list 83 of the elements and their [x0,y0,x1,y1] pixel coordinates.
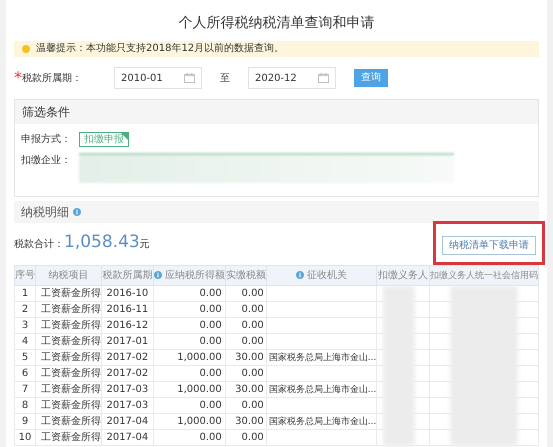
table-cell: 0.00 [199,288,222,298]
info-icon [73,208,81,216]
table-cell: 2017-04 [106,432,148,442]
table-cell: 工资薪金所得 [41,368,101,378]
table-cell: 2016-11 [106,304,148,314]
warning-icon [22,45,30,53]
info-icon [296,271,304,279]
unit-text: 元 [140,238,150,252]
table-cell: 0.00 [199,304,222,314]
panel-heading: 纳税明细 [21,204,69,221]
column-header: 税款所属期 [102,270,152,281]
table-cell: 9 [22,416,28,426]
table-cell: 国家税务总局上海市金山... [268,352,376,362]
table-cell: 0.00 [199,336,222,346]
table-cell: 2 [22,304,28,314]
table-cell: 工资薪金所得 [41,400,101,410]
table-cell: 2017-02 [106,368,148,378]
info-icon [154,271,162,279]
table-cell: 国家税务总局上海市金山... [268,416,376,426]
field-label: 扣缴企业： [21,154,72,168]
table-cell: 0.00 [242,304,264,314]
table-cell: 0.00 [242,400,264,410]
query-button[interactable]: 查询 [354,69,388,87]
download-request-button[interactable]: 纳税清单下载申请 [442,236,536,256]
table-cell: 工资薪金所得 [41,352,101,362]
table-cell: 30.00 [235,416,264,426]
separator-text: 至 [219,72,231,86]
page-title: 个人所得税纳税清单查询和申请 [178,14,376,33]
table-cell: 工资薪金所得 [41,384,101,394]
table-cell: 工资薪金所得 [41,288,101,298]
notice-text: 温馨提示：本功能只支持2018年12月以前的数据查询。 [36,44,284,54]
table-cell: 0.00 [242,368,264,378]
table-cell: 工资薪金所得 [41,304,101,314]
period-label: 税款所属期： [22,72,83,86]
table-cell: 7 [22,384,28,394]
column-header: 纳税项目 [48,270,88,281]
table-cell: 6 [22,368,28,378]
table-cell: 2017-01 [106,336,148,346]
required-mark: * [14,67,22,89]
table-cell: 0.00 [242,288,264,298]
table-cell: 10 [18,432,32,442]
table-cell: 2016-12 [106,320,148,330]
table-cell: 2016-10 [106,288,148,298]
date-field[interactable]: 2020-12 [248,67,336,89]
table-cell: 0.00 [199,432,222,442]
table-cell: 0.00 [199,320,222,330]
field-label: 申报方式： [21,132,72,147]
table-cell: 2017-04 [106,416,148,426]
panel-heading: 筛选条件 [22,104,70,121]
table-cell: 工资薪金所得 [41,320,101,330]
column-header: 应纳税所得额 [154,270,224,281]
table-cell: 1,000.00 [177,384,222,394]
date-field[interactable]: 2010-01 [114,67,202,89]
column-header: 序号 [16,270,34,281]
table-cell: 2017-03 [106,384,148,394]
table-cell: 0.00 [242,320,264,330]
table-cell: 2017-02 [106,352,148,362]
total-amount: 1,058.43 [64,231,140,254]
table-cell: 4 [22,336,28,346]
table-cell: 0.00 [199,368,222,378]
table-cell: 30.00 [235,352,264,362]
table-cell: 3 [22,320,28,330]
column-header: 扣缴义务人 [378,270,428,281]
column-header: 征收机关 [296,270,348,281]
calendar-icon [318,73,329,83]
table-cell: 1,000.00 [177,352,222,362]
table-cell: 0.00 [199,400,222,410]
table-cell: 工资薪金所得 [41,336,101,346]
table-cell: 1,000.00 [177,416,222,426]
column-header: 实缴税额 [226,270,266,281]
table-cell: 8 [22,400,28,410]
table-cell: 30.00 [235,384,264,394]
table-cell: 2017-03 [106,400,148,410]
table-cell: 5 [22,352,28,362]
calendar-icon [184,73,195,83]
table-cell: 工资薪金所得 [41,416,101,426]
total-label: 税款合计： [14,238,64,252]
table-cell: 0.00 [242,336,264,346]
table-cell: 工资薪金所得 [41,432,101,442]
table-cell: 1 [22,288,28,298]
table-cell: 0.00 [242,432,264,442]
method-tag[interactable]: 扣缴申报 [79,132,129,147]
table-cell: 国家税务总局上海市金山... [268,384,376,394]
